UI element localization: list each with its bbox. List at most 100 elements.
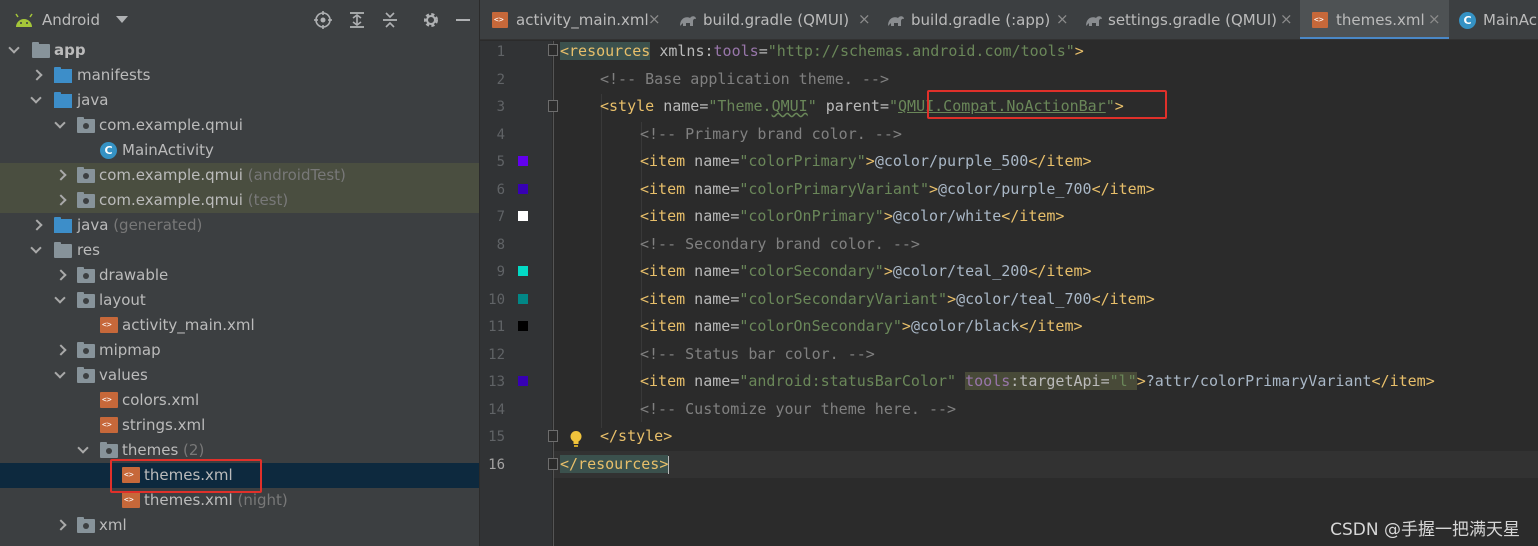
code-line-10[interactable]: <item name="colorSecondaryVariant">@colo…	[640, 290, 1155, 308]
expand-all-icon[interactable]	[347, 10, 367, 30]
tree-item-label: xml	[99, 516, 127, 534]
tree-item-mipmap[interactable]: mipmap	[0, 338, 479, 363]
chevron-down-icon[interactable]	[116, 16, 128, 23]
tab-activity-main-xml[interactable]: activity_main.xml ×	[480, 0, 670, 39]
code-line-15[interactable]: </style>	[600, 427, 672, 445]
close-icon[interactable]: ×	[1280, 10, 1293, 28]
xml-tag: </item>	[1091, 180, 1155, 198]
code-line-13[interactable]: <item name="android:statusBarColor" tool…	[640, 372, 1435, 390]
line-number[interactable]: 8	[480, 237, 505, 253]
tab-themes-xml[interactable]: themes.xml ×	[1300, 0, 1449, 39]
tree-item-label: themes (2)	[122, 441, 204, 459]
line-number[interactable]: 15	[480, 429, 505, 445]
chevron-down-icon[interactable]	[8, 44, 20, 56]
line-number[interactable]: 16	[480, 457, 505, 473]
folder-icon	[77, 292, 95, 308]
color-swatch-purple-700[interactable]	[518, 184, 528, 194]
tree-item-package-test[interactable]: com.example.qmui (test)	[0, 188, 479, 213]
fold-marker-icon[interactable]	[548, 100, 558, 112]
line-number[interactable]: 10	[480, 292, 505, 308]
code-line-8[interactable]: <!-- Secondary brand color. -->	[640, 235, 920, 253]
collapse-all-icon[interactable]	[380, 10, 400, 30]
tab-mainactivity[interactable]: C MainAc	[1449, 0, 1538, 39]
code-line-7[interactable]: <item name="colorOnPrimary">@color/white…	[640, 207, 1064, 225]
color-swatch-status-bar[interactable]	[518, 376, 528, 386]
tab-build-gradle-app[interactable]: build.gradle (:app) ×	[878, 0, 1076, 39]
line-number[interactable]: 9	[480, 264, 505, 280]
color-swatch-black[interactable]	[518, 321, 528, 331]
tab-build-gradle-qmui[interactable]: build.gradle (QMUI) ×	[670, 0, 878, 39]
code-line-14[interactable]: <!-- Customize your theme here. -->	[640, 400, 956, 418]
xml-tag: <item	[640, 262, 686, 280]
tree-item-xml[interactable]: xml	[0, 513, 479, 538]
line-number[interactable]: 5	[480, 154, 505, 170]
tree-item-package-androidtest[interactable]: com.example.qmui (androidTest)	[0, 163, 479, 188]
lightbulb-icon[interactable]	[569, 430, 583, 448]
chevron-right-icon[interactable]	[54, 519, 66, 531]
chevron-down-icon[interactable]	[54, 294, 66, 306]
line-number[interactable]: 3	[480, 99, 505, 115]
chevron-right-icon[interactable]	[54, 194, 66, 206]
code-line-11[interactable]: <item name="colorOnSecondary">@color/bla…	[640, 317, 1083, 335]
xml-value: QMUI	[771, 97, 808, 115]
tree-item-activity-main-xml[interactable]: activity_main.xml	[0, 313, 479, 338]
code-line-2[interactable]: <!-- Base application theme. -->	[600, 70, 889, 88]
chevron-down-icon[interactable]	[54, 119, 66, 131]
tree-item-package-main[interactable]: com.example.qmui	[0, 113, 479, 138]
code-line-12[interactable]: <!-- Status bar color. -->	[640, 345, 875, 363]
tree-item-mainactivity[interactable]: C MainActivity	[0, 138, 479, 163]
code-line-1[interactable]: <resources xmlns:tools="http://schemas.a…	[560, 42, 1084, 60]
line-number[interactable]: 4	[480, 127, 505, 143]
code-line-4[interactable]: <!-- Primary brand color. -->	[640, 125, 902, 143]
project-view-selector[interactable]: Android	[42, 11, 100, 29]
fold-marker-icon[interactable]	[548, 430, 558, 442]
close-icon[interactable]: ×	[1056, 10, 1069, 28]
chevron-down-icon[interactable]	[54, 369, 66, 381]
fold-marker-icon[interactable]	[548, 458, 558, 470]
tree-item-layout[interactable]: layout	[0, 288, 479, 313]
chevron-right-icon[interactable]	[30, 69, 42, 81]
tools-target-api[interactable]: tools:targetApi="l"	[965, 372, 1137, 390]
crosshair-icon[interactable]	[313, 10, 333, 30]
line-number[interactable]: 13	[480, 374, 505, 390]
tree-item-java-generated[interactable]: java (generated)	[0, 213, 479, 238]
fold-marker-icon[interactable]	[548, 44, 558, 56]
line-number[interactable]: 14	[480, 402, 505, 418]
color-swatch-white[interactable]	[518, 211, 528, 221]
close-icon[interactable]: ×	[858, 10, 871, 28]
close-icon[interactable]: ×	[1428, 10, 1441, 28]
chevron-right-icon[interactable]	[54, 169, 66, 181]
line-number[interactable]: 2	[480, 72, 505, 88]
xml-tag: </item>	[1028, 262, 1092, 280]
code-line-16[interactable]: </resources>	[560, 455, 670, 474]
color-swatch-purple-500[interactable]	[518, 156, 528, 166]
minimize-icon[interactable]	[453, 10, 473, 30]
chevron-down-icon[interactable]	[30, 244, 42, 256]
close-icon[interactable]: ×	[648, 10, 661, 28]
line-number[interactable]: 7	[480, 209, 505, 225]
line-number[interactable]: 1	[480, 44, 505, 60]
code-line-5[interactable]: <item name="colorPrimary">@color/purple_…	[640, 152, 1092, 170]
tree-item-res[interactable]: res	[0, 238, 479, 263]
tree-item-drawable[interactable]: drawable	[0, 263, 479, 288]
tree-item-app[interactable]: app	[0, 38, 479, 63]
tree-item-colors-xml[interactable]: colors.xml	[0, 388, 479, 413]
chevron-right-icon[interactable]	[30, 219, 42, 231]
color-swatch-teal-200[interactable]	[518, 266, 528, 276]
chevron-right-icon[interactable]	[54, 269, 66, 281]
chevron-down-icon[interactable]	[30, 94, 42, 106]
code-line-6[interactable]: <item name="colorPrimaryVariant">@color/…	[640, 180, 1155, 198]
line-number[interactable]: 12	[480, 347, 505, 363]
tree-item-manifests[interactable]: manifests	[0, 63, 479, 88]
tab-settings-gradle-qmui[interactable]: settings.gradle (QMUI) ×	[1076, 0, 1300, 39]
line-number[interactable]: 6	[480, 182, 505, 198]
tree-item-java[interactable]: java	[0, 88, 479, 113]
code-line-9[interactable]: <item name="colorSecondary">@color/teal_…	[640, 262, 1092, 280]
tree-item-strings-xml[interactable]: strings.xml	[0, 413, 479, 438]
tree-item-values[interactable]: values	[0, 363, 479, 388]
chevron-down-icon[interactable]	[77, 444, 89, 456]
chevron-right-icon[interactable]	[54, 344, 66, 356]
line-number[interactable]: 11	[480, 319, 505, 335]
color-swatch-teal-700[interactable]	[518, 294, 528, 304]
gear-icon[interactable]	[421, 10, 441, 30]
